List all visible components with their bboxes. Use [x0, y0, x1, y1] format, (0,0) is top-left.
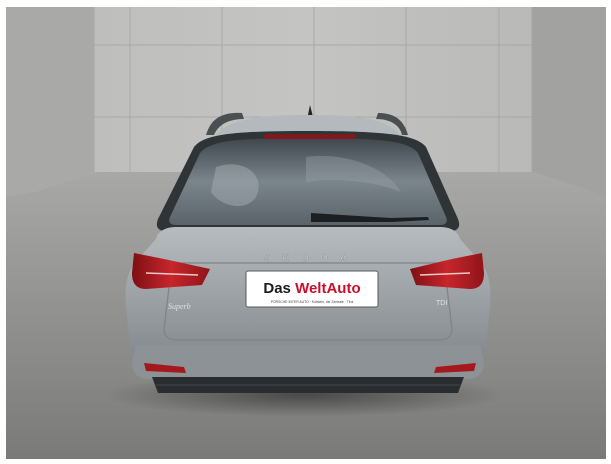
trim-text: TDI: [436, 300, 447, 307]
license-plate: Das WeltAuto PORSCHE INTER AUTO · Kufste…: [245, 270, 379, 308]
car-photo: SKODA Superb TDI Das WeltAuto PORSCHE IN…: [6, 7, 606, 459]
third-brake-light: [264, 134, 356, 139]
badge-text: SKODA: [263, 253, 358, 264]
plate-dealer-text: PORSCHE INTER AUTO · Kufstein, die Zentr…: [271, 300, 354, 304]
svg-text:Das WeltAuto: Das WeltAuto: [263, 280, 360, 297]
model-text: Superb: [168, 302, 191, 311]
car-photo-svg: SKODA Superb TDI Das WeltAuto PORSCHE IN…: [6, 7, 606, 459]
plate-text-weltauto: WeltAuto: [295, 280, 361, 297]
rear-bumper: [132, 345, 484, 379]
left-wall: [6, 7, 94, 197]
plate-text-das: Das: [263, 280, 295, 297]
right-wall: [532, 7, 606, 197]
